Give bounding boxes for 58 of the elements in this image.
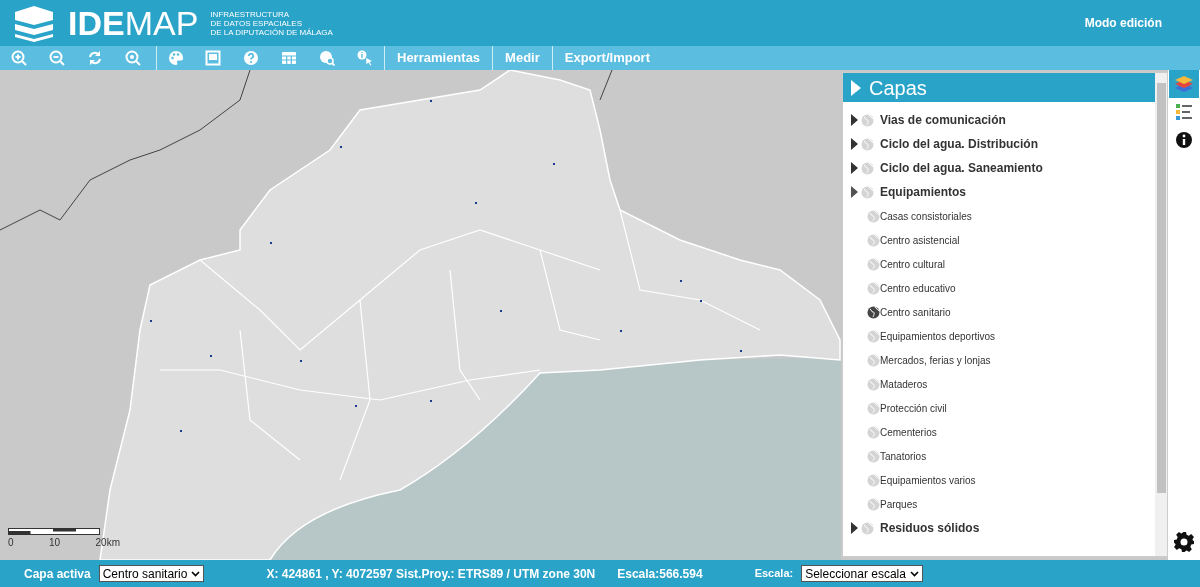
- layers-icon: [1174, 74, 1194, 94]
- caret-icon: [909, 570, 919, 577]
- layer-label[interactable]: Casas consistoriales: [880, 208, 972, 224]
- info-pointer-icon[interactable]: [357, 50, 373, 66]
- scale-label: 0: [8, 536, 14, 550]
- palette-icon[interactable]: [167, 50, 184, 66]
- layer-group-label[interactable]: Equipamientos: [880, 183, 966, 201]
- scale-bar-icon: [8, 528, 100, 535]
- layer-label[interactable]: Mercados, ferias y lonjas: [880, 352, 991, 368]
- scale-label: 10: [49, 536, 61, 550]
- expander-icon[interactable]: [851, 138, 858, 150]
- layer-group-label[interactable]: Ciclo del agua. Distribución: [880, 135, 1039, 153]
- scale-select[interactable]: Seleccionar escala: [801, 565, 923, 582]
- info-icon: [1174, 130, 1194, 150]
- scale-label: 20km: [95, 536, 120, 550]
- active-layer-select[interactable]: Centro sanitario: [98, 565, 205, 582]
- globe-search-icon[interactable]: [319, 50, 335, 66]
- layers-tab[interactable]: [1169, 70, 1199, 98]
- zoom-in-icon[interactable]: [11, 50, 27, 66]
- globe-icon[interactable]: [867, 305, 880, 319]
- layer-group-label[interactable]: Vias de comunicación: [880, 111, 1006, 129]
- table-icon[interactable]: [281, 50, 297, 66]
- zoom-target-icon[interactable]: [125, 50, 141, 66]
- layer-label[interactable]: Parques: [880, 496, 918, 512]
- panel-title: Capas: [869, 75, 927, 101]
- layer-label[interactable]: Centro educativo: [880, 280, 956, 296]
- coordinates-readout: X: 424861 , Y: 4072597 Sist.Proy.: ETRS89 / UTM zone 30N: [266, 565, 596, 583]
- logo-wordmark: IDEMAP: [68, 6, 199, 40]
- help-icon[interactable]: [243, 50, 259, 66]
- scale-readout: Escala:566.594: [617, 565, 703, 583]
- layer-group-label[interactable]: Residuos sólidos: [880, 519, 980, 537]
- layer-label[interactable]: Centro asistencial: [880, 232, 960, 248]
- expander-icon[interactable]: [851, 186, 858, 198]
- layer-label[interactable]: Equipamientos varios: [880, 472, 976, 488]
- layer-label[interactable]: Equipamientos deportivos: [880, 328, 996, 344]
- map-drawing[interactable]: [0, 70, 841, 560]
- logo-subtitle: INFRAESTRUCTURA DE DATOS ESPACIALES DE LA DIPUTACIÓN DE MÁLAGA: [210, 9, 333, 37]
- triangle-icon[interactable]: [851, 79, 861, 96]
- layer-label[interactable]: Centro cultural: [880, 256, 946, 272]
- layer-label[interactable]: Mataderos: [880, 376, 928, 392]
- layer-label[interactable]: Centro sanitario: [880, 304, 951, 320]
- layer-label[interactable]: Tanatorios: [880, 448, 927, 464]
- scrollbar[interactable]: [1155, 73, 1167, 556]
- refresh-icon[interactable]: [87, 50, 103, 66]
- layer-group-label[interactable]: Ciclo del agua. Saneamiento: [880, 159, 1043, 177]
- zoom-out-icon[interactable]: [49, 50, 65, 66]
- logo-stack-icon: [12, 4, 56, 42]
- active-layer-label: Capa activa: [24, 565, 91, 583]
- layer-label[interactable]: Protección civil: [880, 400, 947, 416]
- frame-icon[interactable]: [205, 50, 221, 66]
- expander-icon[interactable]: [851, 114, 858, 126]
- caret-icon: [191, 570, 201, 577]
- legend-icon: [1174, 102, 1194, 122]
- scale-label: Escala:: [754, 566, 794, 582]
- settings-icon[interactable]: [1174, 532, 1194, 552]
- expander-icon[interactable]: [851, 162, 858, 174]
- expander-icon[interactable]: [851, 522, 858, 534]
- layer-label[interactable]: Cementerios: [880, 424, 937, 440]
